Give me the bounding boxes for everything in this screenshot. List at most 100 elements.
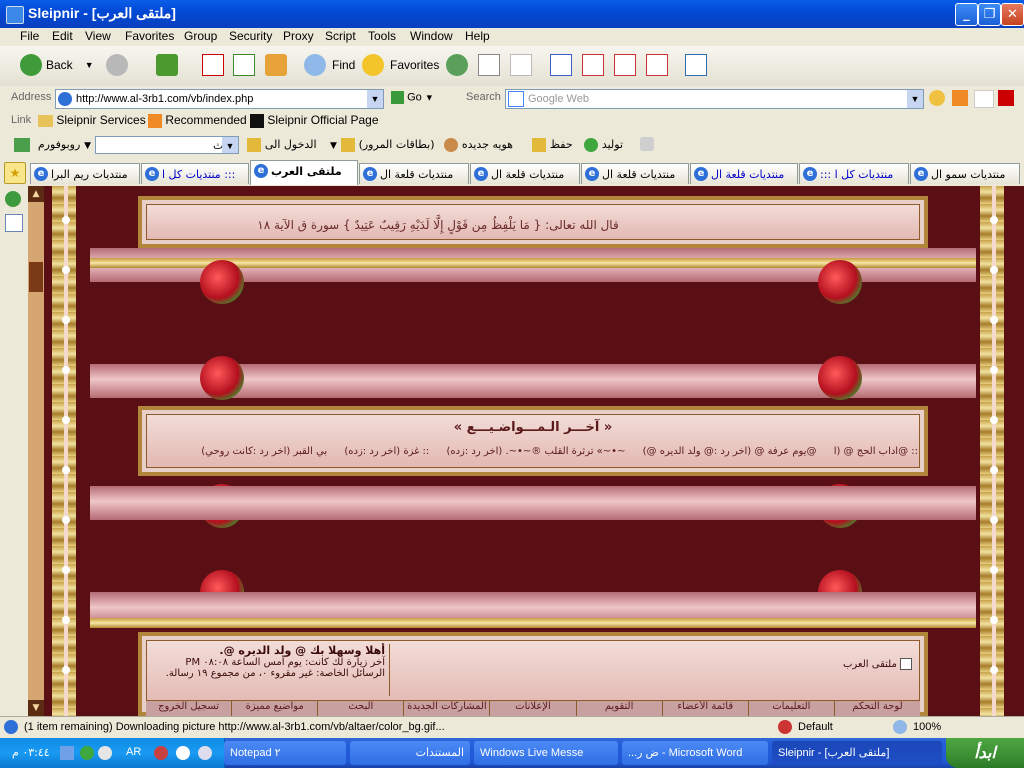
clock[interactable]: ٠٣:٤٤ م [12,746,50,759]
tile-button[interactable] [685,50,707,80]
find-button[interactable]: Find [304,50,355,80]
taskbar-documents[interactable]: المستندات [350,741,470,765]
web-content[interactable]: ▲ ▼ قال الله تعالى: { مَا يَلْفِظُ مِن ق… [28,186,1024,716]
nav-announcements[interactable]: الإعلانات [489,701,575,716]
stop-button[interactable] [202,50,224,80]
favorites-button[interactable]: Favorites [362,50,439,80]
rss-button[interactable] [510,50,532,80]
generate-button[interactable]: توليد [584,137,623,152]
tab-qalaa-2[interactable]: e منتديات قلعة ال [470,163,580,184]
close-others-button[interactable] [582,50,604,80]
scroll-up-icon[interactable]: ▲ [28,186,44,202]
tab-kul-2[interactable]: e::: منتديات كل ا [799,163,909,184]
passcards-button[interactable]: ▼ (بطاقات المرور) [330,137,435,152]
tree-panel-icon[interactable] [5,214,23,232]
history-panel-icon[interactable] [5,191,21,207]
menu-view[interactable]: View [85,29,111,43]
nav-calendar[interactable]: التقويم [575,701,662,716]
address-dropdown-icon[interactable]: ▼ [367,90,383,108]
menu-file[interactable]: File [20,29,39,43]
refresh-button[interactable] [233,50,255,80]
taskbar-messenger[interactable]: Windows Live Messe [474,741,618,765]
menu-window[interactable]: Window [410,29,453,43]
maximize-button[interactable]: ❐ [978,3,1001,26]
minimize-button[interactable]: _ [955,3,978,26]
nav-control-panel[interactable]: لوحة التحكم [833,701,920,716]
scroll-thumb[interactable] [29,262,43,292]
latest-topic-link[interactable]: :: @اداب الحج @ (آ [834,446,918,457]
messenger-tray-icon[interactable] [80,746,94,760]
tray-app-icon[interactable] [154,746,168,760]
latest-topic-link[interactable]: ~•~» ترثرة القلب ®~•~. (آخر رد :زده) [446,446,625,457]
favorite-star-icon[interactable]: ★ [4,162,26,184]
close-button[interactable]: ✕ [1001,3,1024,26]
menu-script[interactable]: Script [325,29,356,43]
ebay-icon[interactable] [974,90,994,108]
tab-qalaa-3[interactable]: e منتديات قلعة ال [581,163,689,184]
tab-sumu[interactable]: e منتديات سمو ال [910,163,1020,184]
menu-tools[interactable]: Tools [368,29,396,43]
login-button[interactable]: الدخول الى [247,137,317,152]
forward-button[interactable] [106,50,128,80]
up-button[interactable] [156,50,178,80]
volume-icon[interactable] [98,746,112,760]
youtube-icon[interactable] [998,90,1014,106]
menu-proxy[interactable]: Proxy [283,29,314,43]
title-bar[interactable]: Sleipnir - [ملتقى العرب] _ ❐ ✕ [0,0,1024,28]
close-left-button[interactable] [614,50,636,80]
zoom-level[interactable]: 100% [913,721,941,733]
tray-app-icon[interactable] [198,746,212,760]
paperclip-icon[interactable] [640,137,654,151]
nav-search[interactable]: البحث [317,701,403,716]
tray-app-icon[interactable] [176,746,190,760]
nav-logout[interactable]: تسجيل الخروج [146,701,231,716]
latest-topic-link[interactable]: :: غزة (آخر رد :زده) [344,446,429,457]
forum-checkbox-icon[interactable] [900,658,912,670]
go-button[interactable]: Go ▼ [391,91,434,104]
search-input[interactable]: Google Web ▼ [505,89,924,109]
taskbar-notepad[interactable]: Notepad ٢ [224,741,346,765]
search-go-icon[interactable] [929,90,945,106]
tab-qalaa-4[interactable]: e منتديات قلعة ال [690,163,798,184]
taskbar-sleipnir[interactable]: Sleipnir - [ملتقى العرب] [772,741,942,765]
menu-favorites[interactable]: Favorites [125,29,174,43]
menu-help[interactable]: Help [465,29,490,43]
taskbar-word[interactable]: ...ض ر - Microsoft Word [622,741,768,765]
tab-kul-1[interactable]: e منتديات كل ا ::: [141,163,249,184]
menu-group[interactable]: Group [184,29,217,43]
link-recommended[interactable]: Recommended [148,113,247,128]
home-button[interactable] [265,50,287,80]
address-input[interactable]: http://www.al-3rb1.com/vb/index.php ▼ [55,89,384,109]
nav-featured[interactable]: مواضيع مميزة [231,701,317,716]
cascade-button[interactable] [550,50,572,80]
tab-reem[interactable]: e منتديات ريم البرا [30,163,140,184]
roboform-search-input[interactable]: بحث ▼ [95,136,239,154]
page-scrollbar[interactable]: ▲ ▼ [28,186,44,716]
link-sleipnir-services[interactable]: Sleipnir Services [38,113,146,127]
start-button[interactable]: ابدأ [946,738,1024,768]
link-sleipnir-official[interactable]: Sleipnir Official Page [250,113,379,128]
nav-help[interactable]: التعليمات [747,701,834,716]
latest-topic-link[interactable]: @يوم عرفة @ (آخر رد :@ ولد الديره @) [643,446,817,457]
language-indicator[interactable]: AR [126,746,141,758]
tree-button[interactable] [478,50,500,80]
roboform-dropdown-icon[interactable]: ▼ [222,137,238,153]
amazon-icon[interactable] [952,90,968,106]
zoom-icon[interactable] [893,720,907,734]
back-dropdown-icon[interactable]: ▼ [85,60,94,70]
nav-new-posts[interactable]: المشاركات الجديدة [403,701,489,716]
menu-edit[interactable]: Edit [52,29,73,43]
back-button[interactable]: Back ▼ [20,50,94,80]
private-messages-text[interactable]: الرسائل الخاصة: غير مقروء ٠، من مجموع ١٩… [150,668,385,679]
nav-members[interactable]: قائمة الأعضاء [661,701,748,716]
roboform-button[interactable]: روبوفورم ▼ [14,137,91,152]
menu-security[interactable]: Security [229,29,272,43]
new-identity-button[interactable]: هويه جديده [444,137,513,152]
tab-qalaa-1[interactable]: e منتديات قلعة ال [359,163,469,184]
search-dropdown-icon[interactable]: ▼ [907,90,923,108]
scroll-down-icon[interactable]: ▼ [28,700,44,716]
history-button[interactable] [446,50,468,80]
tab-multaqa-alarab[interactable]: e ملتقى العرب [250,160,358,185]
latest-topic-link[interactable]: بي القبر (آخر رد :كانت روحي) [201,446,327,457]
network-icon[interactable] [60,746,74,760]
